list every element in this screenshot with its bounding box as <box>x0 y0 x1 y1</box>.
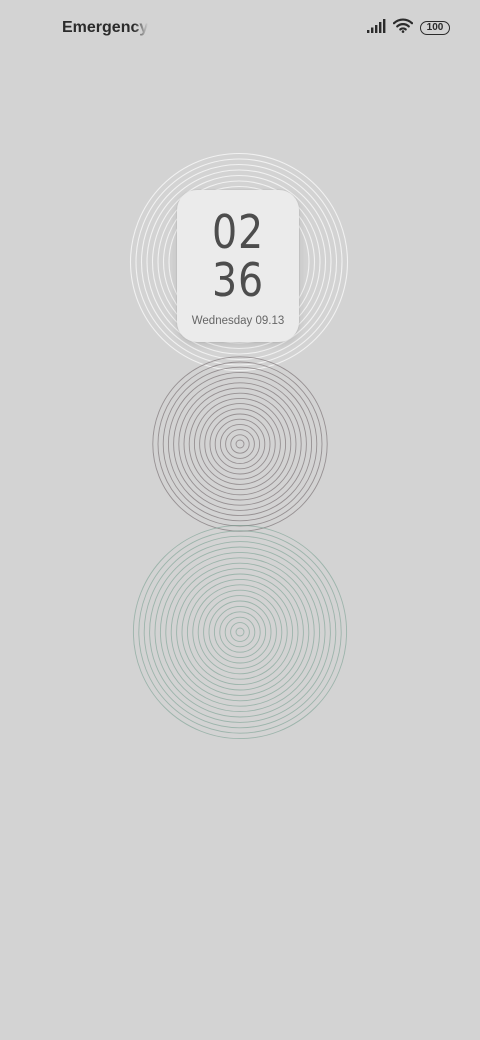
ring <box>143 535 337 729</box>
clock-hours: 02 <box>211 205 265 259</box>
ring <box>173 377 307 511</box>
ring <box>170 562 310 702</box>
ring <box>235 439 245 449</box>
ring <box>162 366 318 522</box>
ring <box>138 530 342 734</box>
wallpaper-circles <box>129 152 349 740</box>
status-icons: 100 <box>367 18 450 38</box>
ring <box>167 371 313 517</box>
ring <box>219 423 261 465</box>
ring <box>176 568 304 696</box>
ring <box>199 403 281 485</box>
ring-group-middle <box>152 356 328 532</box>
clock-minutes: 36 <box>211 253 265 307</box>
status-bar: Emergency calls only 100 <box>0 0 480 56</box>
ring <box>214 418 266 470</box>
ring <box>157 361 323 527</box>
ring <box>197 589 283 675</box>
battery-icon: 100 <box>420 21 450 35</box>
wifi-icon <box>392 18 414 38</box>
ring <box>219 611 261 653</box>
ring <box>183 387 297 501</box>
ring <box>224 616 256 648</box>
carrier-status-text: Emergency calls only <box>62 19 148 36</box>
ring <box>178 382 302 506</box>
ring <box>165 557 315 707</box>
ring <box>235 627 245 637</box>
ring <box>213 605 267 659</box>
ring <box>192 584 288 680</box>
clock-widget[interactable]: 02 36 Wednesday 09.13 <box>177 190 299 342</box>
ring <box>193 397 287 491</box>
ring <box>225 429 255 459</box>
ring <box>154 546 326 718</box>
signal-bars-icon <box>367 18 386 38</box>
ring <box>230 622 250 642</box>
ring-group-bottom <box>132 524 348 740</box>
ring <box>181 573 299 691</box>
ring <box>208 600 272 664</box>
ring <box>159 551 321 713</box>
clock-date: Wednesday 09.13 <box>191 315 285 327</box>
ring <box>230 434 250 454</box>
ring <box>209 413 271 475</box>
